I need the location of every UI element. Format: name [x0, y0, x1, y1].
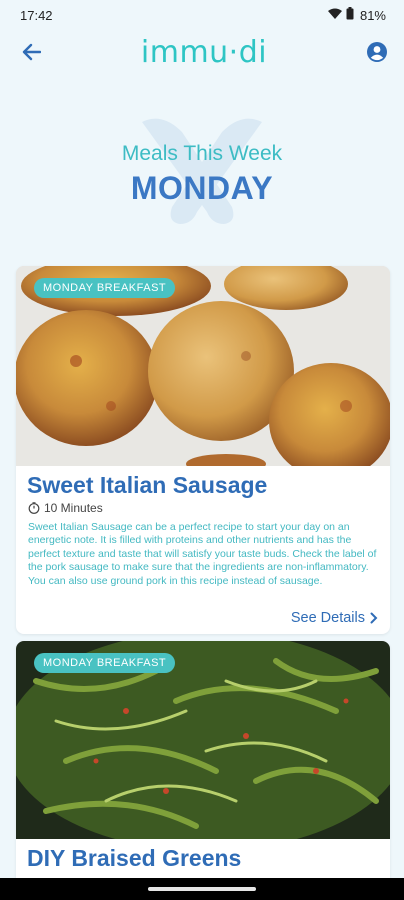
chevron-right-icon — [370, 612, 378, 624]
meal-time-label: 10 Minutes — [44, 501, 103, 515]
status-bar: 17:42 81% — [0, 0, 404, 30]
battery-icon — [346, 7, 354, 23]
battery-percent: 81% — [359, 7, 386, 23]
meal-badge: MONDAY BREAKFAST — [34, 278, 176, 298]
meal-image-sausage: MONDAY BREAKFAST — [16, 266, 390, 466]
system-nav-bar — [0, 878, 404, 900]
meal-card[interactable]: MONDAY BREAKFAST Sweet Italian Sausage 1… — [16, 266, 390, 634]
app-logo-title: immu·di — [140, 34, 268, 70]
meal-image-greens: MONDAY BREAKFAST — [16, 641, 390, 839]
see-details-label: See Details — [290, 610, 365, 626]
meal-description: Sweet Italian Sausage can be a perfect r… — [28, 521, 377, 587]
meal-badge: MONDAY BREAKFAST — [34, 653, 176, 673]
back-arrow-icon — [22, 43, 41, 61]
app-bar: immu·di — [0, 30, 404, 74]
see-details-link[interactable]: See Details — [291, 610, 378, 626]
meal-title[interactable]: DIY Braised Greens — [16, 839, 390, 872]
wifi-icon — [327, 8, 342, 23]
timer-icon — [28, 502, 40, 514]
week-hero: Meals This Week MONDAY — [0, 86, 404, 256]
meal-title[interactable]: Sweet Italian Sausage — [16, 466, 390, 499]
meal-time: 10 Minutes — [16, 499, 390, 515]
status-indicators: 81% — [327, 7, 386, 23]
meal-card[interactable]: MONDAY BREAKFAST DIY Braised Greens — [16, 641, 390, 891]
status-time: 17:42 — [20, 7, 53, 23]
profile-button[interactable] — [364, 39, 390, 65]
hero-subtitle: Meals This Week — [121, 142, 283, 165]
account-circle-icon — [367, 42, 387, 62]
home-gesture-handle[interactable] — [148, 887, 256, 891]
back-button[interactable] — [18, 39, 44, 65]
hero-day: MONDAY — [130, 170, 274, 206]
screen: 17:42 81% immu·di Meals This Week MONDAY… — [0, 0, 404, 900]
